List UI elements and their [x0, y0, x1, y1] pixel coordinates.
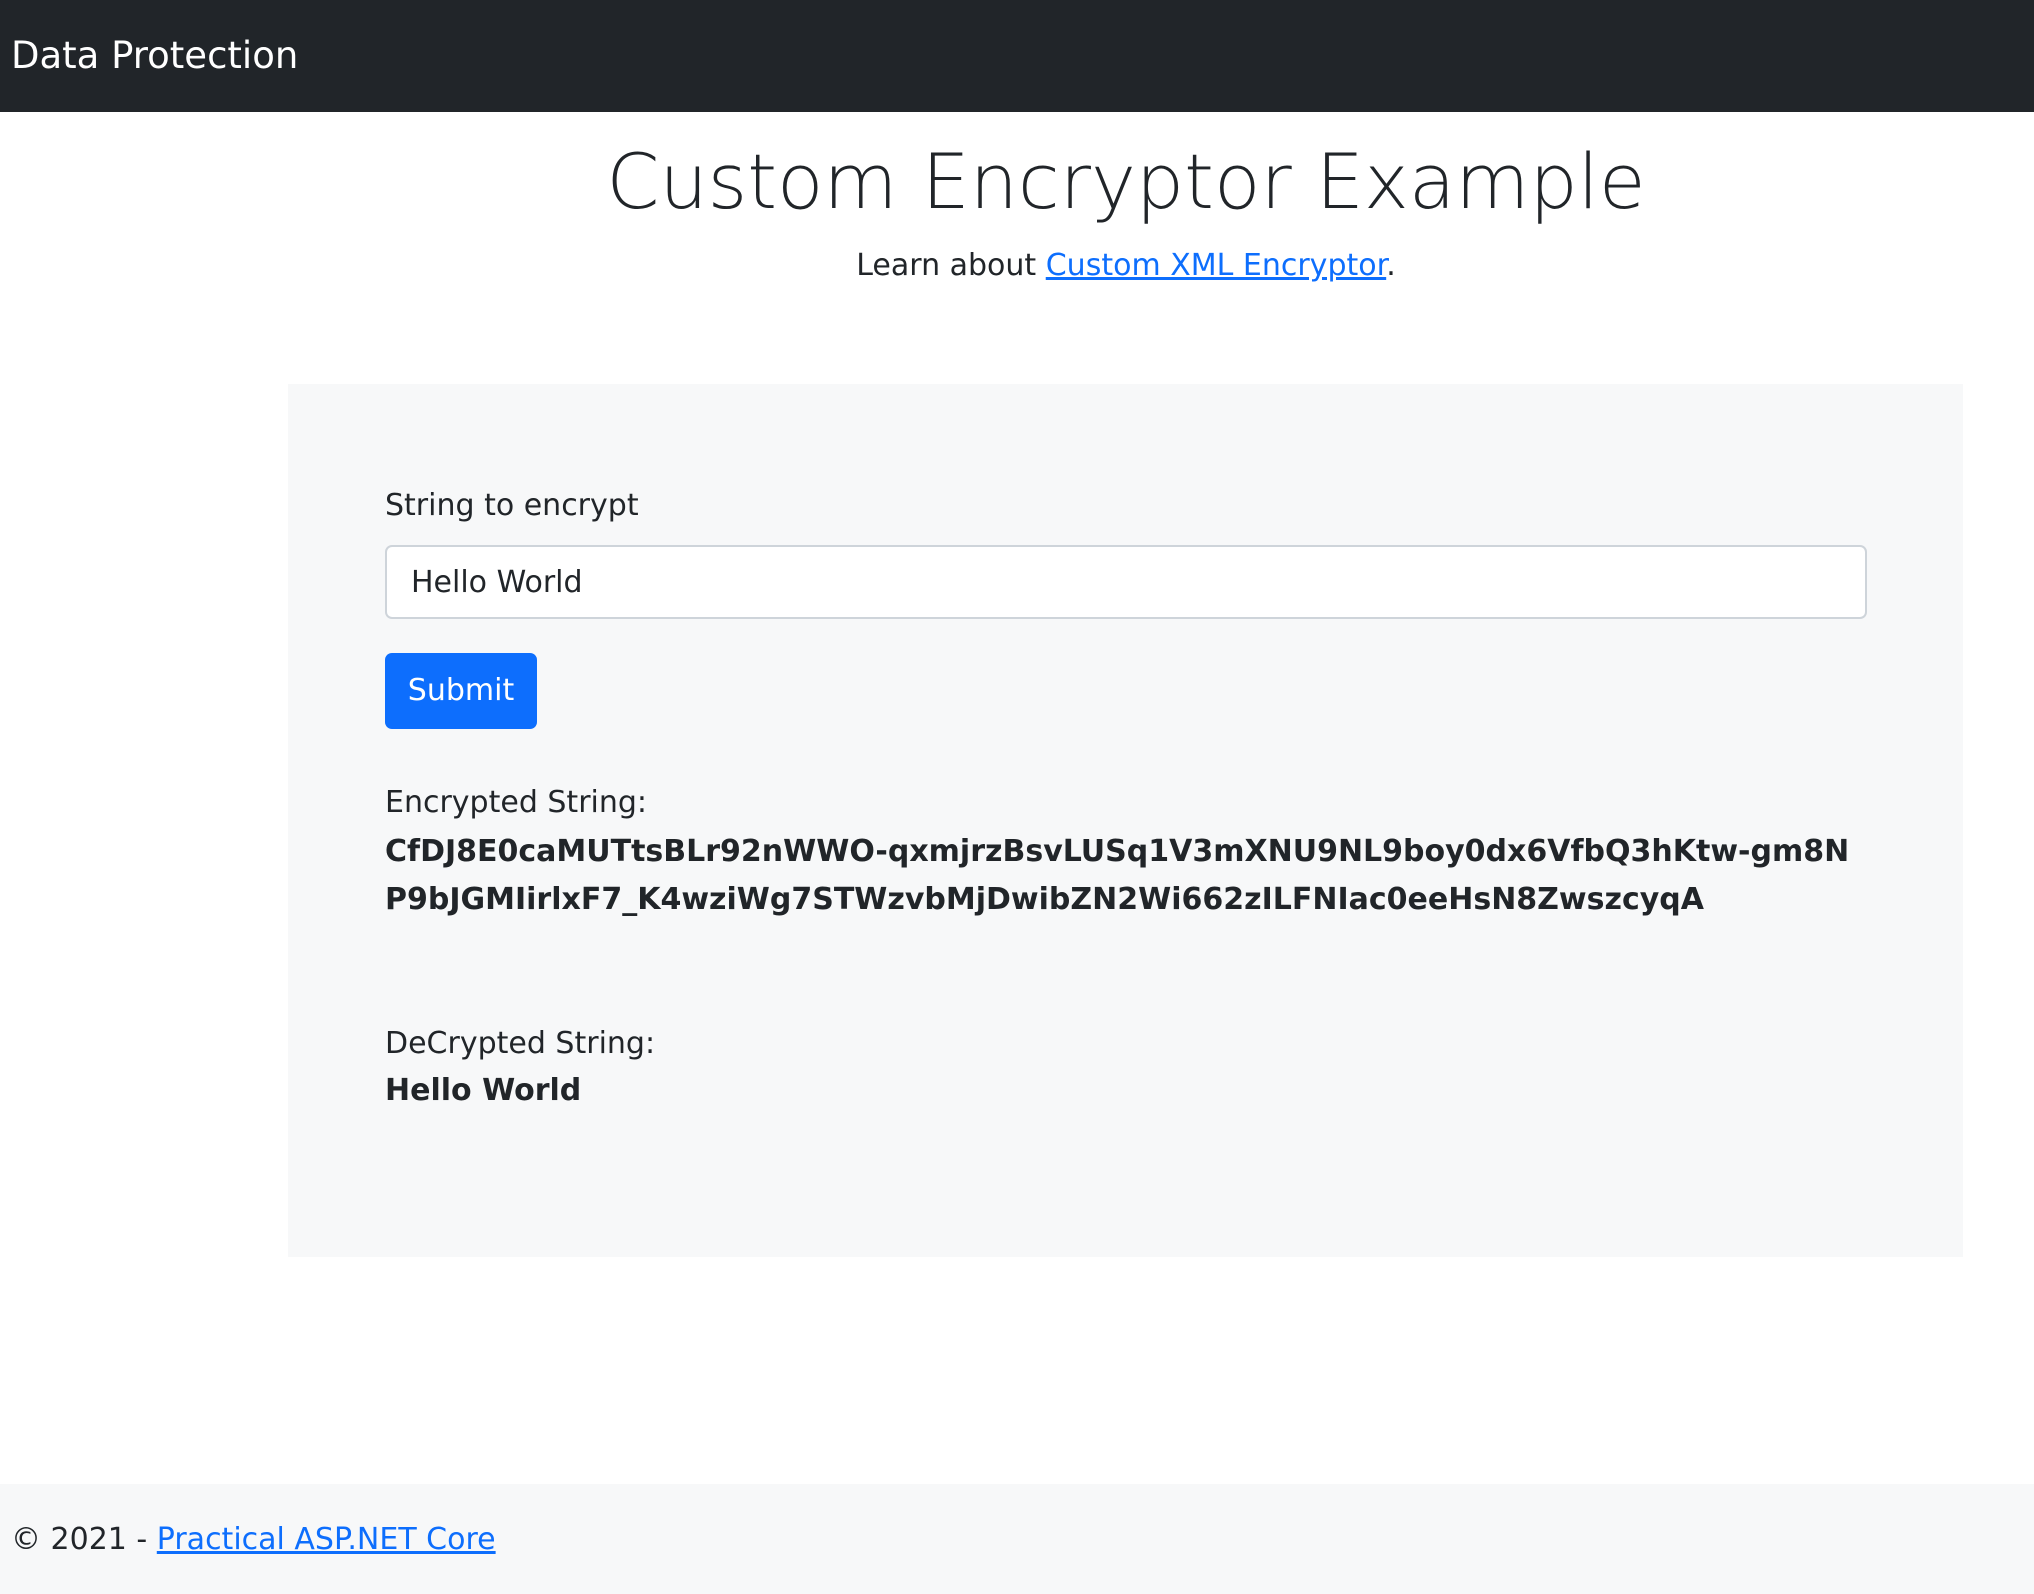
navbar-brand[interactable]: Data Protection — [11, 34, 298, 78]
lead-prefix: Learn about — [856, 248, 1046, 283]
string-to-encrypt-label: String to encrypt — [385, 488, 639, 523]
encrypted-string-label: Encrypted String: — [385, 785, 648, 820]
submit-button[interactable]: Submit — [385, 653, 537, 729]
footer: © 2021 - Practical ASP.NET Core — [0, 1484, 2034, 1594]
practical-aspnet-core-link[interactable]: Practical ASP.NET Core — [157, 1522, 496, 1557]
footer-copyright: © 2021 - — [11, 1522, 157, 1557]
navbar: Data Protection — [0, 0, 2034, 112]
footer-text: © 2021 - Practical ASP.NET Core — [11, 1520, 496, 1560]
decrypted-string-value: Hello World — [385, 1073, 582, 1108]
encrypt-panel: String to encrypt Submit Encrypted Strin… — [288, 384, 1963, 1257]
lead-suffix: . — [1386, 248, 1396, 283]
page-title: Custom Encryptor Example — [606, 137, 1646, 226]
decrypted-string-label: DeCrypted String: — [385, 1026, 656, 1061]
encrypted-string-value: CfDJ8E0caMUTtsBLr92nWWO-qxmjrzBsvLUSq1V3… — [385, 834, 1850, 917]
string-to-encrypt-input[interactable] — [385, 545, 1867, 619]
lead-text: Learn about Custom XML Encryptor. — [0, 246, 2034, 286]
custom-xml-encryptor-link[interactable]: Custom XML Encryptor — [1046, 248, 1386, 283]
